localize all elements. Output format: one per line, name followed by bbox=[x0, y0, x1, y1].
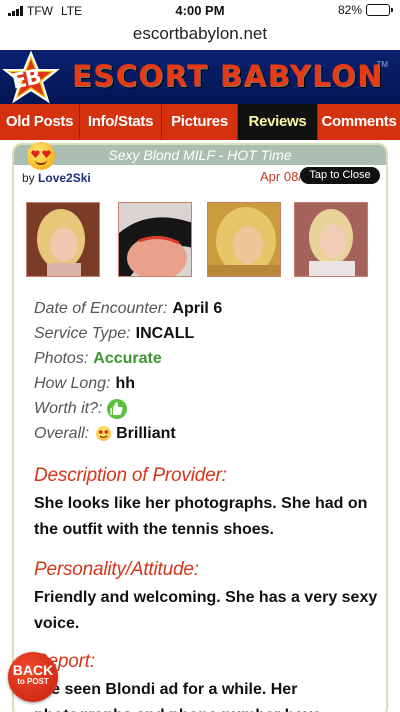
author-link[interactable]: Love2Ski bbox=[38, 171, 91, 185]
field-date-of-encounter: Date of Encounter: April 6 bbox=[34, 296, 374, 321]
field-label: Worth it?: bbox=[34, 399, 103, 417]
field-value: April 6 bbox=[172, 299, 223, 317]
field-label: Date of Encounter: bbox=[34, 299, 168, 317]
field-label: Photos: bbox=[34, 349, 89, 367]
field-label: How Long: bbox=[34, 374, 111, 392]
field-worth-it: Worth it?: bbox=[34, 396, 374, 421]
field-label: Overall: bbox=[34, 424, 90, 442]
trademark: TM bbox=[376, 60, 388, 69]
close-button[interactable]: Tap to Close bbox=[300, 167, 380, 184]
review-fields: Date of Encounter: April 6 Service Type:… bbox=[34, 296, 374, 446]
back-button-label: BACK bbox=[12, 662, 54, 678]
heart-eyes-emoji-icon bbox=[96, 426, 112, 441]
tab-info-stats[interactable]: Info/Stats bbox=[80, 104, 162, 140]
field-value: Brilliant bbox=[116, 424, 176, 442]
section-body-report: I've seen Blondi ad for a while. Her pho… bbox=[34, 681, 321, 712]
back-button-sublabel: to POST bbox=[17, 677, 49, 686]
battery-percent: 82% bbox=[337, 3, 362, 17]
brand-name[interactable]: ESCORT BABYLON bbox=[72, 59, 383, 93]
field-value: Accurate bbox=[93, 349, 162, 367]
site-header: EB ESCORT BABYLON TM bbox=[0, 50, 400, 104]
field-label: Service Type: bbox=[34, 324, 131, 342]
photo-thumbnail-4[interactable] bbox=[294, 202, 368, 277]
thumbs-up-icon bbox=[107, 398, 128, 419]
heart-eyes-emoji-icon bbox=[27, 142, 55, 170]
section-body-description: She looks like her photographs. She had … bbox=[34, 495, 368, 538]
back-to-post-button[interactable]: BACK to POST bbox=[8, 652, 58, 702]
tab-old-posts[interactable]: Old Posts bbox=[0, 104, 80, 140]
field-service-type: Service Type: INCALL bbox=[34, 321, 374, 346]
field-value: hh bbox=[115, 374, 136, 392]
review-card: Sexy Blond MILF - HOT Time by Love2Ski A… bbox=[12, 142, 388, 712]
photo-thumbnail-2[interactable] bbox=[118, 202, 192, 277]
section-heading-description: Description of Provider: bbox=[34, 465, 227, 486]
field-how-long: How Long: hh bbox=[34, 371, 374, 396]
section-heading-personality: Personality/Attitude: bbox=[34, 559, 199, 580]
tab-reviews[interactable]: Reviews bbox=[238, 104, 318, 140]
photo-strip bbox=[26, 202, 376, 277]
tab-pictures[interactable]: Pictures bbox=[162, 104, 238, 140]
field-value: INCALL bbox=[135, 324, 195, 342]
review-title: Sexy Blond MILF - HOT Time bbox=[14, 145, 386, 165]
battery-icon bbox=[366, 4, 393, 16]
byline-prefix: by bbox=[22, 171, 35, 185]
field-overall: Overall: Brilliant bbox=[34, 421, 374, 446]
section-body-personality: Friendly and welcoming. She has a very s… bbox=[34, 589, 378, 632]
photo-thumbnail-1[interactable] bbox=[26, 202, 100, 277]
photo-thumbnail-3[interactable] bbox=[207, 202, 281, 277]
field-photos: Photos: Accurate bbox=[34, 346, 374, 371]
status-bar: TFW LTE 4:00 PM 82% bbox=[0, 0, 400, 22]
url-bar[interactable]: escortbabylon.net bbox=[0, 20, 400, 50]
byline: by Love2Ski bbox=[22, 171, 91, 185]
tab-comments[interactable]: Comments bbox=[318, 104, 400, 140]
nav-tabs: Old Posts Info/Stats Pictures Reviews Co… bbox=[0, 104, 400, 140]
